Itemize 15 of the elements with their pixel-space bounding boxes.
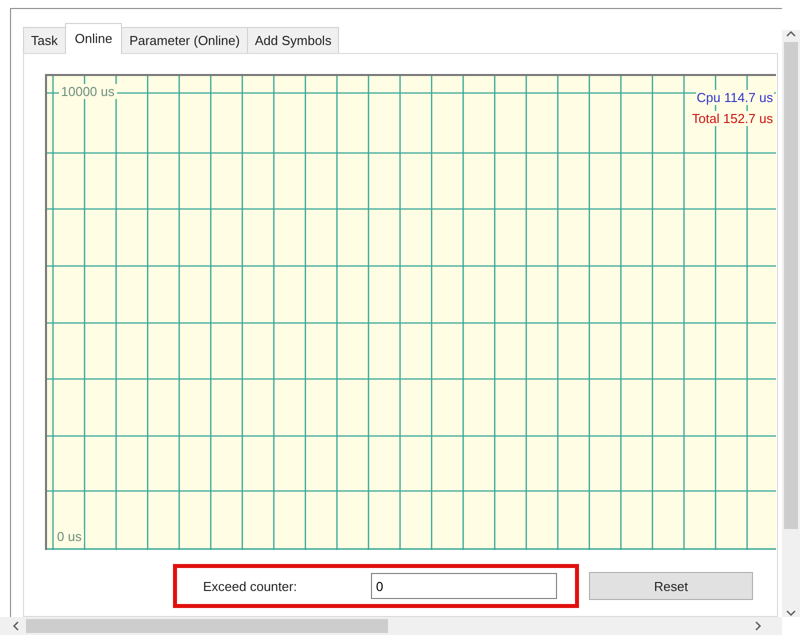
counter-field[interactable]: 0	[371, 573, 557, 599]
scroll-thumb[interactable]	[784, 42, 798, 529]
tab[interactable]: Online	[64, 23, 122, 54]
vertical-scrollbar[interactable]	[782, 30, 800, 617]
field-label: Exceed counter:	[203, 578, 298, 594]
reading-label: Total 152.7 us	[691, 111, 774, 126]
tab[interactable]: Task	[23, 27, 66, 53]
tab[interactable]: Parameter (Online)	[121, 27, 248, 53]
scroll-thumb[interactable]	[26, 619, 388, 633]
horizontal-scrollbar[interactable]	[0, 617, 782, 635]
axis-label: 0 us	[55, 529, 84, 544]
reset-button[interactable]: Reset	[589, 572, 753, 600]
axis-label: 10000 us	[59, 84, 116, 99]
reading-label: Cpu 114.7 us	[696, 90, 774, 105]
tab[interactable]: Add Symbols	[246, 27, 340, 53]
